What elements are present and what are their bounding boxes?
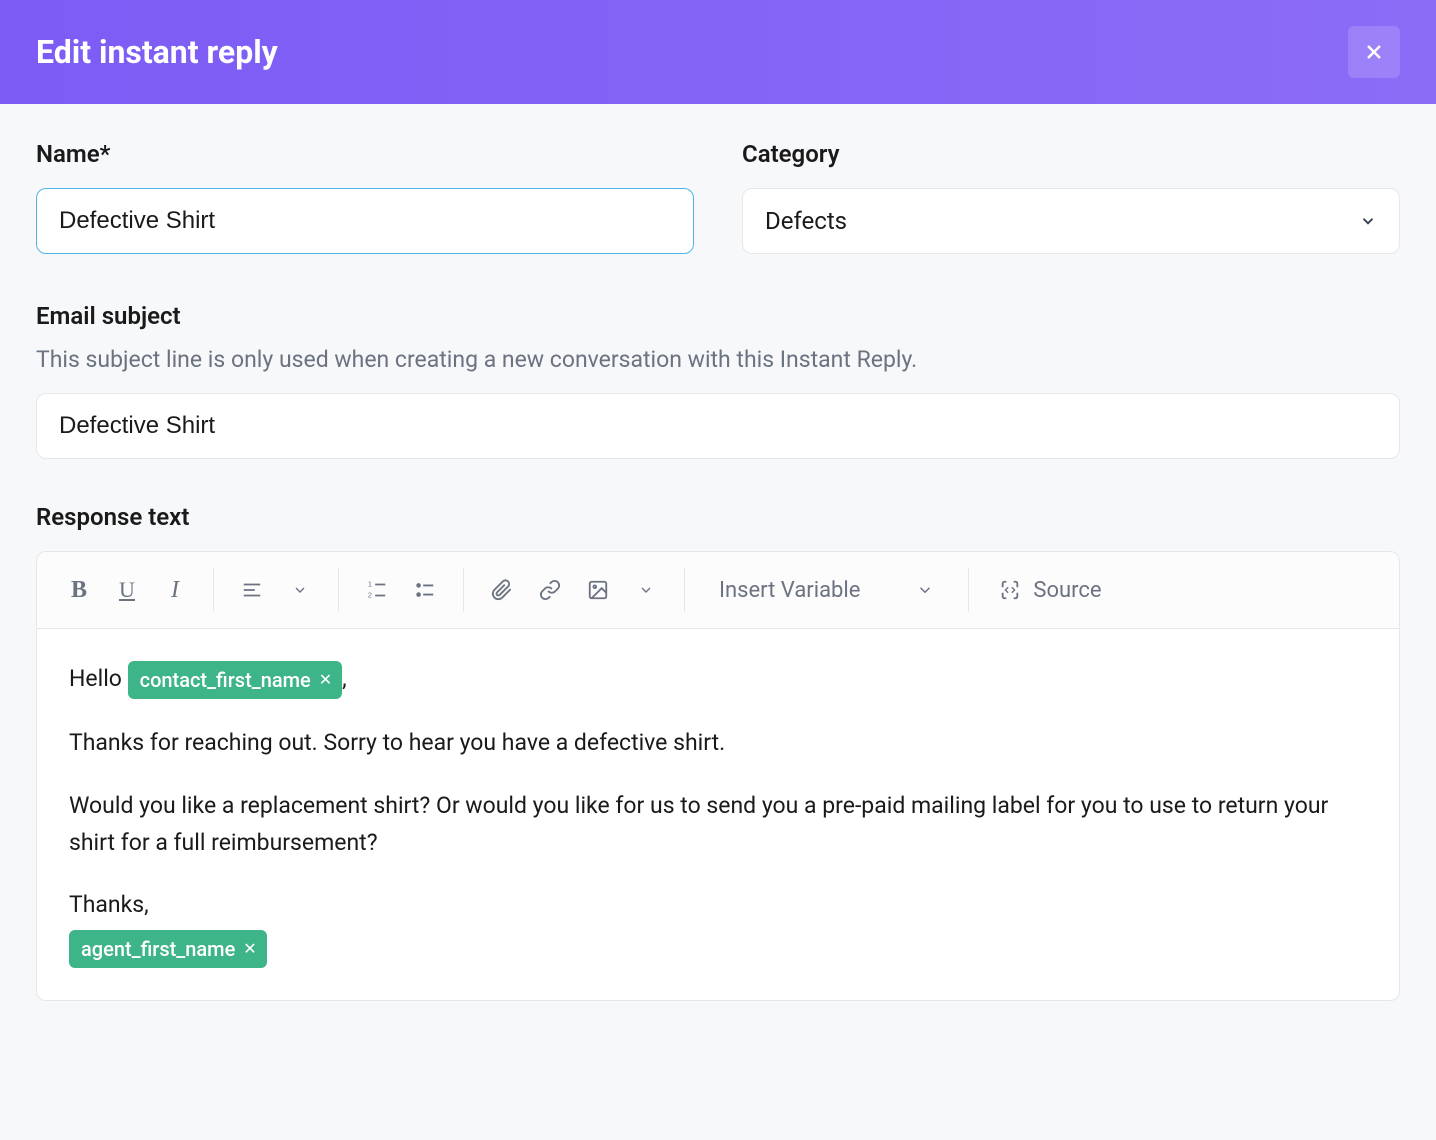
name-input[interactable] — [36, 188, 694, 254]
category-select[interactable]: Defects — [742, 188, 1400, 254]
align-left-icon — [241, 579, 263, 601]
link-icon — [539, 579, 561, 601]
underline-icon: U — [119, 577, 135, 603]
email-subject-label: Email subject — [36, 302, 1400, 330]
separator — [463, 568, 464, 612]
source-button[interactable]: Source — [985, 578, 1115, 603]
close-icon — [1362, 40, 1386, 64]
source-icon — [999, 579, 1021, 601]
greeting-text: Hello — [69, 665, 128, 692]
response-text-section: Response text B U I 12 — [36, 503, 1400, 1001]
body-paragraph-1: Thanks for reaching out. Sorry to hear y… — [69, 725, 1367, 762]
chevron-down-icon — [916, 581, 934, 599]
modal-content: Name* Category Defects Email subject Thi… — [0, 104, 1436, 1081]
close-button[interactable] — [1348, 26, 1400, 78]
separator — [338, 568, 339, 612]
paperclip-icon — [491, 579, 513, 601]
italic-button[interactable]: I — [153, 568, 197, 612]
category-field: Category Defects — [742, 140, 1400, 254]
insert-variable-dropdown[interactable]: Insert Variable — [701, 578, 952, 603]
modal-title: Edit instant reply — [36, 33, 278, 71]
email-subject-input[interactable] — [36, 393, 1400, 459]
variable-chip-contact-first-name[interactable]: contact_first_name✕ — [128, 661, 343, 699]
attachment-button[interactable] — [480, 568, 524, 612]
image-icon — [587, 579, 609, 601]
variable-chip-agent-first-name[interactable]: agent_first_name✕ — [69, 930, 267, 968]
email-subject-section: Email subject This subject line is only … — [36, 302, 1400, 459]
rich-text-editor: B U I 12 — [36, 551, 1400, 1001]
remove-variable-icon[interactable]: ✕ — [319, 667, 332, 693]
svg-text:1: 1 — [368, 579, 372, 588]
chevron-down-icon — [638, 582, 654, 598]
closing-text: Thanks, — [69, 887, 1367, 924]
remove-variable-icon[interactable]: ✕ — [243, 936, 256, 962]
editor-content[interactable]: Hello contact_first_name✕, Thanks for re… — [37, 629, 1399, 1000]
email-subject-hint: This subject line is only used when crea… — [36, 346, 1400, 373]
separator — [968, 568, 969, 612]
link-button[interactable] — [528, 568, 572, 612]
body-paragraph-2: Would you like a replacement shirt? Or w… — [69, 788, 1367, 862]
category-value: Defects — [765, 207, 847, 235]
insert-variable-label: Insert Variable — [719, 578, 860, 603]
after-greeting-text: , — [342, 665, 347, 692]
bold-button[interactable]: B — [57, 568, 101, 612]
align-button[interactable] — [230, 568, 274, 612]
name-field: Name* — [36, 140, 694, 254]
align-dropdown-button[interactable] — [278, 568, 322, 612]
chevron-down-icon — [292, 582, 308, 598]
source-label: Source — [1033, 578, 1101, 603]
response-text-label: Response text — [36, 503, 1400, 531]
svg-text:2: 2 — [368, 590, 372, 599]
unordered-list-icon — [414, 579, 436, 601]
chevron-down-icon — [1359, 212, 1377, 230]
unordered-list-button[interactable] — [403, 568, 447, 612]
name-label: Name* — [36, 140, 694, 168]
bold-icon: B — [71, 577, 87, 604]
ordered-list-button[interactable]: 12 — [355, 568, 399, 612]
category-label: Category — [742, 140, 1400, 168]
separator — [684, 568, 685, 612]
separator — [213, 568, 214, 612]
image-dropdown-button[interactable] — [624, 568, 668, 612]
italic-icon: I — [171, 577, 179, 604]
editor-toolbar: B U I 12 — [37, 552, 1399, 629]
modal-header: Edit instant reply — [0, 0, 1436, 104]
ordered-list-icon: 12 — [366, 579, 388, 601]
image-button[interactable] — [576, 568, 620, 612]
underline-button[interactable]: U — [105, 568, 149, 612]
